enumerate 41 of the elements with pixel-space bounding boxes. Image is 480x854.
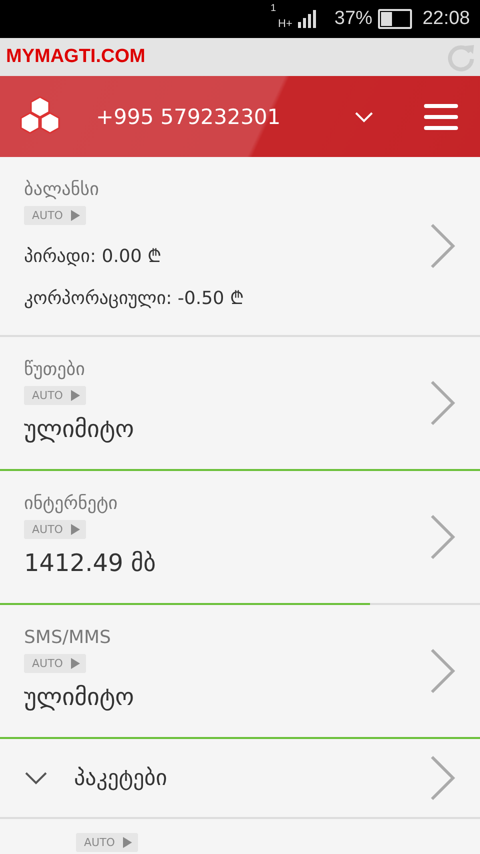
chevron-right-icon[interactable] bbox=[430, 755, 456, 801]
card-title: SMS/MMS bbox=[24, 627, 111, 648]
auto-tag[interactable]: AUTO bbox=[24, 206, 86, 225]
remaining-amount: ულიმიტო bbox=[24, 415, 134, 443]
play-icon bbox=[70, 210, 80, 221]
sim-number: 1 bbox=[270, 3, 276, 14]
play-icon bbox=[122, 837, 132, 848]
play-icon bbox=[70, 524, 80, 535]
balance-card[interactable]: წუთები AUTO ულიმიტო bbox=[0, 337, 480, 469]
play-icon bbox=[70, 658, 80, 669]
signal-icon bbox=[298, 10, 318, 28]
site-address[interactable]: MYMAGTI.COM bbox=[6, 46, 146, 68]
card-title: წუთები bbox=[24, 359, 85, 380]
balance-line: პირადი: 0.00 ₾ bbox=[24, 245, 162, 267]
chevron-right-icon[interactable] bbox=[430, 223, 456, 269]
balance-line: კორპორაციული: -0.50 ₾ bbox=[24, 287, 244, 309]
battery-icon bbox=[378, 9, 412, 29]
packages-row[interactable]: პაკეტები bbox=[0, 739, 480, 817]
play-icon bbox=[70, 390, 80, 401]
balance-card[interactable]: ინტერნეტი AUTO 1412.49 მბ bbox=[0, 471, 480, 603]
remaining-amount: ულიმიტო bbox=[24, 683, 134, 711]
network-type: H+ bbox=[278, 18, 292, 30]
clock: 22:08 bbox=[422, 8, 470, 30]
chevron-down-icon[interactable] bbox=[354, 110, 374, 122]
card-title: ინტერნეტი bbox=[24, 493, 118, 514]
menu-icon[interactable] bbox=[424, 104, 458, 130]
auto-tag[interactable]: AUTO bbox=[24, 654, 86, 673]
remaining-amount: 1412.49 მბ bbox=[24, 549, 156, 577]
section-title: პაკეტები bbox=[74, 766, 168, 790]
balance-card[interactable]: ბალანსი AUTO პირადი: 0.00 ₾ კორპორაციული: -0.50 ₾ bbox=[0, 157, 480, 335]
auto-tag[interactable]: AUTO bbox=[24, 386, 86, 405]
auto-tag[interactable]: AUTO bbox=[76, 833, 138, 852]
chevron-right-icon[interactable] bbox=[430, 648, 456, 694]
phone-number[interactable]: +995 579232301 bbox=[96, 104, 354, 128]
card-title: ბალანსი bbox=[24, 179, 99, 200]
balance-card[interactable]: SMS/MMS AUTO ულიმიტო bbox=[0, 605, 480, 737]
chevron-right-icon[interactable] bbox=[430, 514, 456, 560]
battery-percent: 37% bbox=[334, 8, 372, 30]
chevron-right-icon[interactable] bbox=[430, 380, 456, 426]
reload-icon[interactable] bbox=[446, 42, 476, 72]
auto-tag[interactable]: AUTO bbox=[24, 520, 86, 539]
